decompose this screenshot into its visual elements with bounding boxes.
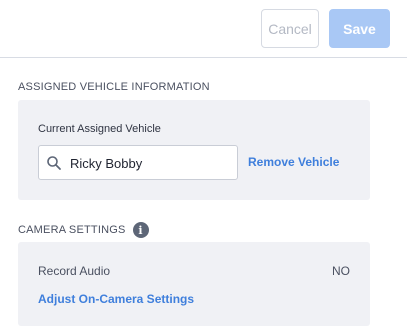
assigned-vehicle-panel: Current Assigned Vehicle Remove Vehicle bbox=[18, 100, 370, 200]
section-title-assigned-vehicle: ASSIGNED VEHICLE INFORMATION bbox=[18, 81, 210, 93]
current-vehicle-label: Current Assigned Vehicle bbox=[38, 123, 161, 135]
header-bar: Cancel Save bbox=[0, 0, 407, 58]
save-button[interactable]: Save bbox=[329, 9, 390, 48]
adjust-camera-settings-link[interactable]: Adjust On-Camera Settings bbox=[38, 292, 194, 306]
record-audio-value: NO bbox=[332, 264, 350, 278]
section-title-label: ASSIGNED VEHICLE INFORMATION bbox=[18, 81, 210, 93]
info-icon[interactable]: i bbox=[132, 222, 149, 238]
section-title-label: CAMERA SETTINGS bbox=[18, 224, 126, 236]
cancel-button[interactable]: Cancel bbox=[261, 9, 319, 48]
vehicle-search-input[interactable] bbox=[70, 156, 230, 171]
camera-settings-panel: Record Audio NO Adjust On-Camera Setting… bbox=[18, 242, 370, 326]
search-icon bbox=[47, 156, 61, 170]
vehicle-search-field[interactable] bbox=[38, 145, 238, 180]
remove-vehicle-link[interactable]: Remove Vehicle bbox=[248, 155, 339, 169]
record-audio-label: Record Audio bbox=[38, 264, 111, 278]
section-title-camera-settings: CAMERA SETTINGS i bbox=[18, 222, 149, 238]
